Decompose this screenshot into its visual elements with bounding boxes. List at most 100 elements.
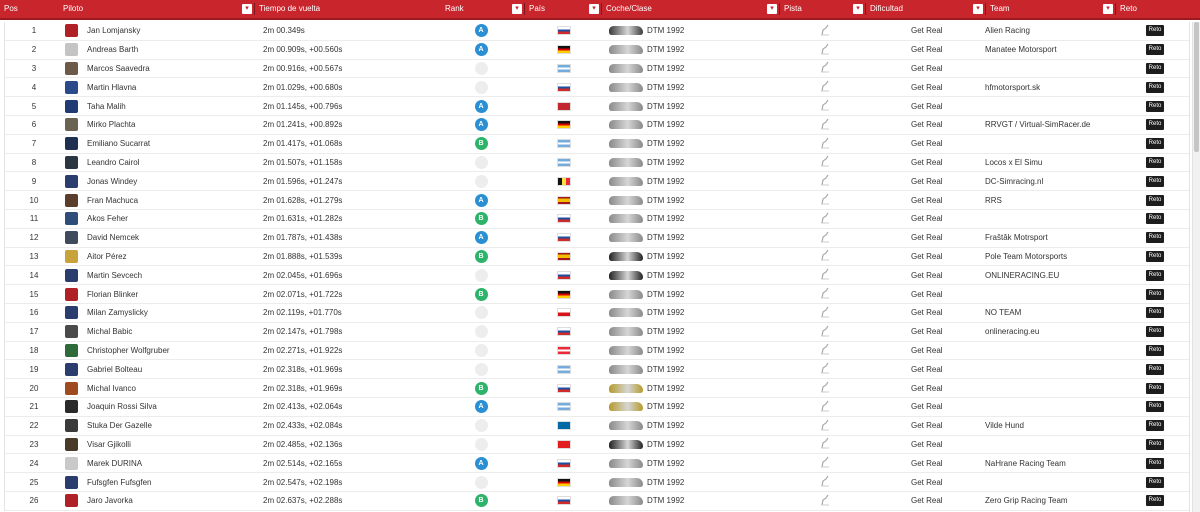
table-row[interactable]: 2 Andreas Barth 2m 00.909s, +00.560s A DTM 1…: [5, 41, 1190, 60]
driver-name[interactable]: Stuka Der Gazelle: [87, 417, 152, 435]
table-row[interactable]: 1 Jan Lomjansky 2m 00.349s A DTM 1992 Get Rea…: [5, 22, 1190, 41]
table-row[interactable]: 9 Jonas Windey 2m 01.596s, +01.247s DTM 199…: [5, 172, 1190, 192]
challenge-button[interactable]: Reto: [1145, 307, 1165, 319]
driver-name[interactable]: Mirko Plachta: [87, 116, 135, 134]
table-row[interactable]: 20 Michal Ivanco 2m 02.318s, +01.969s B DTM …: [5, 379, 1190, 398]
challenge-button[interactable]: Reto: [1145, 344, 1165, 356]
column-header-coche[interactable]: Coche/Clase ▾: [602, 0, 780, 18]
driver-name[interactable]: Marek DURINA: [87, 454, 142, 472]
challenge-button[interactable]: Reto: [1145, 363, 1165, 375]
table-row[interactable]: 16 Milan Zamyslicky 2m 02.119s, +01.770s DT…: [5, 304, 1190, 323]
chevron-down-icon[interactable]: ▾: [512, 4, 522, 14]
driver-name[interactable]: Christopher Wolfgruber: [87, 342, 170, 360]
car-class-label: DTM 1992: [647, 101, 685, 111]
table-row[interactable]: 22 Stuka Der Gazelle 2m 02.433s, +02.084s D…: [5, 417, 1190, 436]
challenge-button[interactable]: Reto: [1145, 438, 1165, 450]
chevron-down-icon[interactable]: ▾: [589, 4, 599, 14]
table-row[interactable]: 11 Akos Feher 2m 01.631s, +01.282s B DTM 199…: [5, 210, 1190, 229]
challenge-button[interactable]: Reto: [1145, 232, 1165, 244]
driver-name[interactable]: Jonas Windey: [87, 172, 137, 190]
challenge-button[interactable]: Reto: [1145, 194, 1165, 206]
challenge-button[interactable]: Reto: [1145, 326, 1165, 338]
chevron-down-icon[interactable]: ▾: [242, 4, 252, 14]
chevron-down-icon[interactable]: ▾: [767, 4, 777, 14]
challenge-button[interactable]: Reto: [1145, 175, 1165, 187]
driver-name[interactable]: Emiliano Sucarrat: [87, 135, 150, 153]
challenge-button[interactable]: Reto: [1145, 495, 1165, 507]
challenge-button[interactable]: Reto: [1145, 62, 1165, 74]
table-row[interactable]: 19 Gabriel Bolteau 2m 02.318s, +01.969s DTM…: [5, 360, 1190, 380]
challenge-button[interactable]: Reto: [1145, 457, 1165, 469]
table-row[interactable]: 18 Christopher Wolfgruber 2m 02.271s, +01.…: [5, 342, 1190, 361]
table-row[interactable]: 3 Marcos Saavedra 2m 00.916s, +00.567s DTM …: [5, 60, 1190, 79]
column-header-pais[interactable]: País ▾: [525, 0, 602, 18]
table-row[interactable]: 15 Florian Blinker 2m 02.071s, +01.722s B DT…: [5, 285, 1190, 304]
driver-name[interactable]: Marcos Saavedra: [87, 60, 150, 78]
challenge-button[interactable]: Reto: [1145, 269, 1165, 281]
driver-name[interactable]: Jaro Javorka: [87, 492, 133, 510]
column-header-pos[interactable]: Pos: [0, 0, 59, 18]
table-row[interactable]: 5 Taha Malih 2m 01.145s, +00.796s A DTM 1992…: [5, 97, 1190, 116]
challenge-button[interactable]: Reto: [1145, 119, 1165, 131]
driver-name[interactable]: David Nemcek: [87, 229, 139, 247]
driver-name[interactable]: Michal Ivanco: [87, 379, 136, 397]
driver-name[interactable]: Leandro Cairol: [87, 154, 139, 172]
challenge-button[interactable]: Reto: [1145, 44, 1165, 56]
chevron-down-icon[interactable]: ▾: [853, 4, 863, 14]
challenge-button[interactable]: Reto: [1145, 25, 1165, 37]
table-row[interactable]: 7 Emiliano Sucarrat 2m 01.417s, +01.068s B D…: [5, 135, 1190, 154]
challenge-button[interactable]: Reto: [1145, 156, 1165, 168]
driver-name[interactable]: Andreas Barth: [87, 41, 138, 59]
table-row[interactable]: 6 Mirko Plachta 2m 01.241s, +00.892s A DTM 1…: [5, 116, 1190, 135]
table-row[interactable]: 14 Martin Sevcech 2m 02.045s, +01.696s DTM …: [5, 266, 1190, 286]
table-row[interactable]: 8 Leandro Cairol 2m 01.507s, +01.158s DTM 1…: [5, 154, 1190, 173]
driver-name[interactable]: Akos Feher: [87, 210, 128, 228]
driver-name[interactable]: Michal Babic: [87, 323, 132, 341]
column-header-tiempo[interactable]: Tiempo de vuelta: [255, 0, 441, 18]
challenge-button[interactable]: Reto: [1145, 250, 1165, 262]
driver-name[interactable]: Martin Hlavna: [87, 78, 136, 96]
challenge-button[interactable]: Reto: [1145, 420, 1165, 432]
table-row[interactable]: 25 Fufsgfen Fufsgfen 2m 02.547s, +02.198s D…: [5, 473, 1190, 492]
column-header-pista[interactable]: Pista ▾: [780, 0, 866, 18]
driver-name[interactable]: Fran Machuca: [87, 191, 138, 209]
driver-name[interactable]: Joaquin Rossi Silva: [87, 398, 157, 416]
column-header-dificultad[interactable]: Dificultad ▾: [866, 0, 986, 18]
table-row[interactable]: 4 Martin Hlavna 2m 01.029s, +00.680s DTM 19…: [5, 78, 1190, 98]
challenge-button[interactable]: Reto: [1145, 138, 1165, 150]
challenge-button[interactable]: Reto: [1145, 382, 1165, 394]
scrollbar[interactable]: [1192, 22, 1200, 512]
chevron-down-icon[interactable]: ▾: [1103, 4, 1113, 14]
challenge-button[interactable]: Reto: [1145, 213, 1165, 225]
driver-name[interactable]: Martin Sevcech: [87, 266, 142, 284]
driver-name[interactable]: Visar Gjikolli: [87, 436, 131, 454]
challenge-button[interactable]: Reto: [1145, 476, 1165, 488]
challenge-button[interactable]: Reto: [1145, 100, 1165, 112]
driver-name[interactable]: Taha Malih: [87, 97, 126, 115]
scrollbar-thumb[interactable]: [1194, 22, 1199, 152]
challenge-button[interactable]: Reto: [1145, 288, 1165, 300]
column-header-team[interactable]: Team ▾: [986, 0, 1116, 18]
table-row[interactable]: 26 Jaro Javorka 2m 02.637s, +02.288s B DTM 1…: [5, 492, 1190, 511]
column-header-piloto[interactable]: Piloto ▾: [59, 0, 255, 18]
table-row[interactable]: 17 Michal Babic 2m 02.147s, +01.798s DTM 19…: [5, 323, 1190, 342]
table-row[interactable]: 21 Joaquin Rossi Silva 2m 02.413s, +02.064…: [5, 398, 1190, 417]
column-header-reto[interactable]: Reto: [1116, 0, 1200, 18]
chevron-down-icon[interactable]: ▾: [973, 4, 983, 14]
difficulty: Get Real: [911, 439, 943, 449]
driver-name[interactable]: Fufsgfen Fufsgfen: [87, 473, 151, 491]
table-row[interactable]: 23 Visar Gjikolli 2m 02.485s, +02.136s DTM …: [5, 436, 1190, 455]
driver-name[interactable]: Gabriel Bolteau: [87, 360, 142, 378]
table-row[interactable]: 12 David Nemcek 2m 01.787s, +01.438s A DTM 1…: [5, 229, 1190, 248]
driver-name[interactable]: Aitor Pérez: [87, 248, 127, 266]
table-row[interactable]: 10 Fran Machuca 2m 01.628s, +01.279s A DTM 1…: [5, 191, 1190, 210]
driver-name[interactable]: Milan Zamyslicky: [87, 304, 148, 322]
challenge-button[interactable]: Reto: [1145, 401, 1165, 413]
column-header-rank[interactable]: Rank ▾: [441, 0, 525, 18]
driver-name[interactable]: Jan Lomjansky: [87, 22, 140, 40]
country: [557, 191, 573, 209]
driver-name[interactable]: Florian Blinker: [87, 285, 138, 303]
table-row[interactable]: 13 Aitor Pérez 2m 01.888s, +01.539s B DTM 19…: [5, 248, 1190, 267]
table-row[interactable]: 24 Marek DURINA 2m 02.514s, +02.165s A DTM 1…: [5, 454, 1190, 474]
challenge-button[interactable]: Reto: [1145, 81, 1165, 93]
